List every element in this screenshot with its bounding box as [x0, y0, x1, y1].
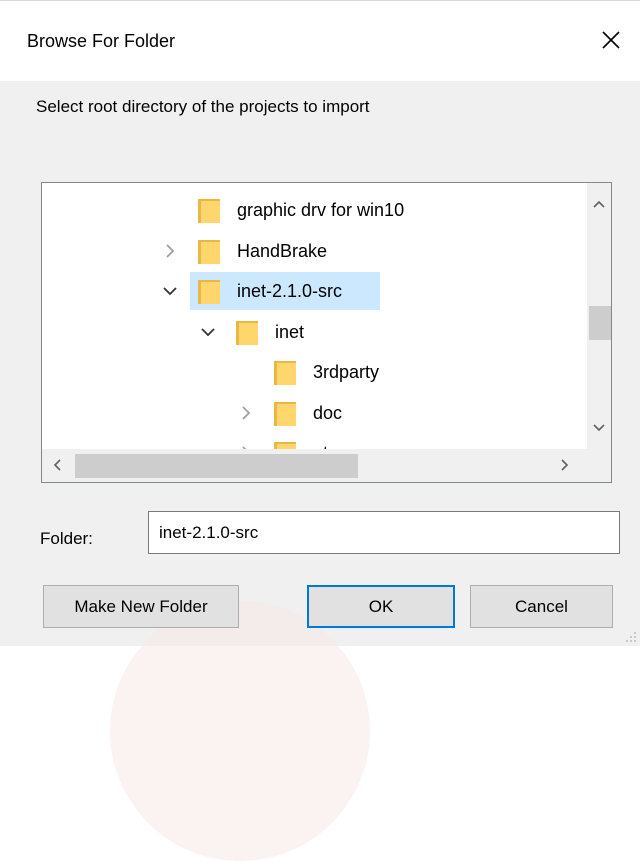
browse-for-folder-dialog: Browse For Folder Select root directory …	[0, 0, 640, 861]
tree-item[interactable]: inet-2.1.0-src	[42, 272, 587, 310]
tree-item-label: doc	[313, 402, 343, 423]
scroll-up-arrow-icon[interactable]	[591, 197, 607, 213]
chevron-down-icon[interactable]	[160, 281, 180, 301]
folder-icon	[196, 197, 222, 225]
tree-item[interactable]: etc	[42, 434, 587, 449]
folder-icon	[272, 359, 298, 387]
tree-item-label: inet	[275, 321, 305, 342]
scrollbar-corner	[587, 449, 611, 482]
tree-item-label: inet-2.1.0-src	[237, 281, 343, 301]
scroll-left-arrow-icon[interactable]	[50, 457, 66, 473]
folder-icon	[272, 400, 298, 428]
folder-tree-viewport: graphic drv for win10 HandBrake inet-2.1.0…	[42, 183, 587, 449]
horizontal-scroll-thumb[interactable]	[75, 454, 358, 478]
scroll-down-arrow-icon[interactable]	[591, 419, 607, 435]
tree-item[interactable]: HandBrake	[42, 232, 587, 270]
ok-button[interactable]: OK	[307, 585, 455, 628]
horizontal-scrollbar[interactable]	[42, 449, 587, 482]
folder-icon	[234, 319, 260, 347]
chevron-right-icon[interactable]	[236, 403, 256, 423]
folder-tree[interactable]: graphic drv for win10 HandBrake inet-2.1.0…	[41, 182, 612, 483]
folder-icon	[196, 238, 222, 266]
instruction-text: Select root directory of the projects to…	[36, 97, 370, 116]
folder-input[interactable]	[148, 511, 620, 554]
make-new-folder-button[interactable]: Make New Folder	[43, 585, 239, 628]
scroll-right-arrow-icon[interactable]	[556, 457, 572, 473]
chevron-down-icon[interactable]	[198, 322, 218, 342]
tree-item-label: graphic drv for win10	[237, 200, 405, 220]
vertical-scrollbar[interactable]	[587, 183, 611, 449]
resize-grip-icon[interactable]	[624, 630, 638, 644]
tree-item[interactable]: inet	[42, 313, 587, 351]
tree-item-label: 3rdparty	[313, 362, 380, 382]
folder-icon	[272, 440, 298, 449]
tree-item[interactable]: doc	[42, 394, 587, 432]
tree-item-label: HandBrake	[237, 240, 328, 261]
close-icon[interactable]	[596, 25, 626, 55]
window-title: Browse For Folder	[27, 31, 176, 51]
cancel-button[interactable]: Cancel	[470, 585, 613, 628]
tree-item[interactable]: 3rdparty	[42, 353, 587, 391]
vertical-scroll-thumb[interactable]	[589, 306, 611, 340]
folder-label: Folder:	[40, 529, 93, 548]
tree-item[interactable]: graphic drv for win10	[42, 191, 587, 229]
title-bar: Browse For Folder	[0, 1, 640, 81]
background-decoration	[110, 601, 370, 861]
chevron-right-icon[interactable]	[160, 241, 180, 261]
folder-icon	[196, 278, 222, 306]
